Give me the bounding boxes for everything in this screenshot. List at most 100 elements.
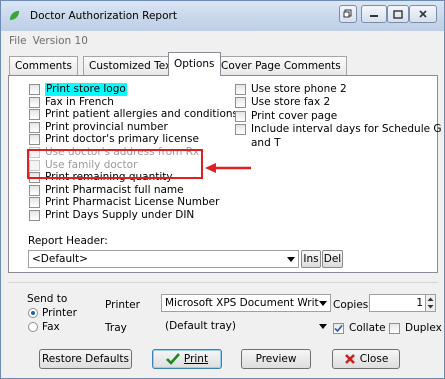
dialog-window: Doctor Authorization Report File Version bbox=[0, 0, 445, 379]
option-checkbox-3[interactable]: Print provincial number bbox=[29, 121, 168, 134]
restore-defaults-label: Restore Defaults bbox=[41, 353, 129, 365]
report-header-value: <Default> bbox=[32, 253, 88, 265]
chevron-down-icon bbox=[319, 324, 327, 329]
tab-comments[interactable]: Comments bbox=[9, 56, 78, 75]
checkbox-box bbox=[29, 197, 40, 209]
collate-check-icon bbox=[333, 323, 344, 334]
option-label: Print cover page bbox=[251, 109, 338, 122]
x-close-icon bbox=[344, 354, 355, 364]
checkbox-box bbox=[235, 84, 246, 95]
close-window-button[interactable] bbox=[409, 5, 437, 23]
tray-value: (Default tray) bbox=[165, 320, 236, 332]
checkbox-box bbox=[29, 109, 40, 121]
radio-printer[interactable]: Printer bbox=[28, 307, 77, 319]
printer-select[interactable]: Microsoft XPS Document Writ bbox=[161, 294, 331, 312]
duplex-checkbox[interactable]: Duplex bbox=[389, 322, 442, 335]
tab-options[interactable]: Options bbox=[168, 52, 221, 76]
option-label: Print store logo bbox=[45, 83, 127, 96]
window-restore-icon bbox=[343, 9, 352, 18]
option-right-checkbox-2[interactable]: Print cover page bbox=[235, 110, 337, 123]
preview-label: Preview bbox=[255, 353, 297, 365]
divider bbox=[8, 282, 438, 283]
option-label: Print Pharmacist full name bbox=[45, 183, 184, 196]
minimize-icon bbox=[370, 15, 378, 17]
radio-fax[interactable]: Fax bbox=[28, 321, 60, 333]
title-bar[interactable]: Doctor Authorization Report bbox=[1, 1, 444, 31]
restore-window-button[interactable] bbox=[339, 5, 357, 23]
preview-button[interactable]: Preview bbox=[241, 349, 311, 369]
report-header-label: Report Header: bbox=[28, 235, 108, 247]
tab-cover-page-comments[interactable]: Cover Page Comments bbox=[215, 56, 347, 75]
option-label: Print patient allergies and conditions bbox=[45, 108, 239, 121]
menu-file[interactable]: File bbox=[9, 35, 27, 47]
send-to-label: Send to bbox=[27, 293, 68, 305]
checkbox-box bbox=[29, 84, 40, 95]
duplex-label: Duplex bbox=[405, 322, 442, 334]
radio-fax-circle bbox=[28, 322, 38, 332]
collate-label: Collate bbox=[349, 322, 386, 334]
checkbox-box bbox=[235, 97, 246, 109]
option-checkbox-2[interactable]: Print patient allergies and conditions bbox=[29, 108, 238, 121]
ins-button[interactable]: Ins bbox=[301, 250, 321, 268]
chevron-down-icon bbox=[287, 257, 295, 262]
option-checkbox-10[interactable]: Print Days Supply under DIN bbox=[29, 209, 194, 222]
radio-printer-circle bbox=[28, 308, 38, 318]
tray-label: Tray bbox=[105, 322, 127, 334]
option-label: Print doctor's primary license bbox=[45, 133, 199, 146]
option-checkbox-1[interactable]: Fax in French bbox=[29, 96, 114, 109]
option-label: Fax in French bbox=[45, 95, 114, 108]
copies-spinner[interactable] bbox=[425, 294, 436, 312]
arrow-left-icon bbox=[205, 163, 251, 173]
option-label: Include interval days for Schedule G bbox=[251, 123, 442, 136]
del-button[interactable]: Del bbox=[322, 250, 343, 268]
maximize-icon bbox=[393, 9, 403, 19]
checkbox-box bbox=[29, 210, 40, 221]
spin-up-down-icon bbox=[427, 297, 434, 309]
checkmark-icon bbox=[166, 353, 180, 365]
option-checkbox-0[interactable]: Print store logo bbox=[29, 83, 127, 96]
copies-label: Copies bbox=[333, 299, 369, 311]
radio-printer-label: Printer bbox=[42, 307, 77, 319]
checkbox-box bbox=[235, 124, 246, 136]
copies-input[interactable]: 1 bbox=[369, 294, 427, 312]
option-label: Print Days Supply under DIN bbox=[45, 209, 195, 221]
checkbox-box bbox=[29, 184, 40, 196]
checkbox-box bbox=[235, 110, 246, 122]
report-header-select[interactable]: <Default> bbox=[28, 250, 299, 268]
restore-defaults-button[interactable]: Restore Defaults bbox=[39, 349, 132, 369]
collate-checkbox[interactable]: Collate bbox=[333, 322, 386, 335]
window-title: Doctor Authorization Report bbox=[30, 10, 177, 22]
leaf-icon bbox=[9, 10, 20, 21]
close-button[interactable]: Close bbox=[332, 349, 400, 369]
close-icon bbox=[419, 10, 427, 18]
option-checkbox-8[interactable]: Print Pharmacist full name bbox=[29, 184, 184, 197]
option-label: Print Pharmacist License Number bbox=[45, 196, 220, 209]
maximize-button[interactable] bbox=[387, 5, 409, 23]
close-label: Close bbox=[359, 353, 389, 365]
option-label: and T bbox=[251, 136, 281, 149]
option-right-checkbox-3[interactable]: Include interval days for Schedule G bbox=[235, 123, 442, 136]
checkbox-box bbox=[29, 121, 40, 133]
checkbox-box bbox=[29, 134, 40, 146]
option-right-checkbox-0[interactable]: Use store phone 2 bbox=[235, 83, 347, 96]
option-checkbox-9[interactable]: Print Pharmacist License Number bbox=[29, 196, 219, 209]
duplex-box bbox=[389, 323, 400, 334]
option-checkbox-4[interactable]: Print doctor's primary license bbox=[29, 133, 199, 146]
menu-bar: File Version 10 bbox=[1, 31, 444, 51]
checkbox-box bbox=[29, 96, 40, 108]
tray-select[interactable]: (Default tray) bbox=[161, 317, 331, 335]
minimize-button[interactable] bbox=[361, 5, 387, 23]
option-label-continuation: and T bbox=[251, 137, 281, 150]
print-button[interactable]: Print bbox=[152, 349, 222, 369]
option-label: Use store fax 2 bbox=[251, 96, 331, 109]
printer-label: Printer bbox=[105, 299, 140, 311]
print-label: Print bbox=[183, 353, 209, 365]
annotation-box bbox=[27, 149, 203, 179]
option-right-checkbox-1[interactable]: Use store fax 2 bbox=[235, 96, 330, 109]
option-label: Print provincial number bbox=[45, 120, 168, 133]
tab-customized-text[interactable]: Customized Text bbox=[83, 56, 182, 75]
printer-value: Microsoft XPS Document Writ bbox=[165, 297, 319, 309]
chevron-down-icon bbox=[319, 301, 327, 306]
menu-version[interactable]: Version 10 bbox=[33, 35, 88, 47]
option-label: Use store phone 2 bbox=[251, 83, 347, 95]
